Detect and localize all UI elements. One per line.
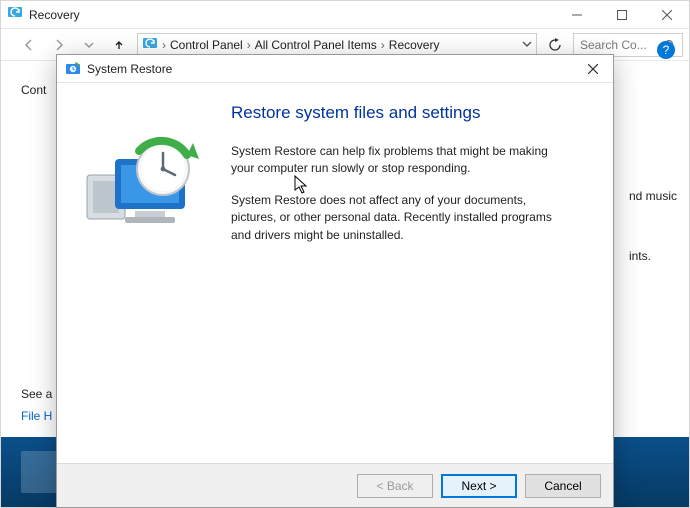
dialog-titlebar: System Restore	[57, 55, 613, 83]
breadcrumb[interactable]: › Control Panel › All Control Panel Item…	[137, 33, 537, 57]
dialog-graphic-pane	[57, 83, 225, 463]
help-icon[interactable]: ?	[657, 41, 675, 59]
nav-up-button[interactable]	[107, 33, 131, 57]
chevron-right-icon[interactable]: ›	[162, 38, 166, 52]
minimize-button[interactable]	[554, 1, 599, 29]
maximize-button[interactable]	[599, 1, 644, 29]
search-placeholder: Search Co...	[580, 38, 660, 52]
dialog-content-pane: Restore system files and settings System…	[225, 83, 613, 463]
dialog-body: Restore system files and settings System…	[57, 83, 613, 463]
nav-back-button[interactable]	[17, 33, 41, 57]
system-restore-graphic-icon	[81, 131, 201, 236]
bg-line: ints.	[629, 249, 677, 263]
chevron-right-icon[interactable]: ›	[381, 38, 385, 52]
cancel-button[interactable]: Cancel	[525, 474, 601, 498]
dialog-paragraph: System Restore can help fix problems tha…	[231, 143, 571, 178]
dialog-title: System Restore	[87, 62, 579, 76]
system-restore-icon	[65, 61, 81, 77]
breadcrumb-item[interactable]: Recovery	[389, 38, 440, 52]
recovery-icon	[142, 35, 158, 54]
chevron-right-icon[interactable]: ›	[247, 38, 251, 52]
bg-line: nd music	[629, 189, 677, 203]
refresh-button[interactable]	[543, 33, 567, 57]
system-restore-dialog: System Restore	[56, 54, 614, 508]
breadcrumb-item[interactable]: All Control Panel Items	[255, 38, 377, 52]
close-button[interactable]	[644, 1, 689, 29]
recovery-icon	[7, 4, 23, 25]
chevron-down-icon[interactable]	[522, 38, 532, 52]
cp-titlebar: Recovery	[1, 1, 689, 29]
window-buttons	[554, 1, 689, 29]
nav-forward-button[interactable]	[47, 33, 71, 57]
dialog-heading: Restore system files and settings	[231, 103, 591, 123]
dialog-paragraph: System Restore does not affect any of yo…	[231, 192, 571, 244]
nav-history-button[interactable]	[77, 33, 101, 57]
background-text-right: nd music ints.	[629, 189, 677, 263]
dialog-close-button[interactable]	[579, 58, 607, 80]
next-button[interactable]: Next >	[441, 474, 517, 498]
window-title: Recovery	[29, 8, 554, 22]
breadcrumb-item[interactable]: Control Panel	[170, 38, 243, 52]
dialog-footer: < Back Next > Cancel	[57, 463, 613, 507]
back-button: < Back	[357, 474, 433, 498]
